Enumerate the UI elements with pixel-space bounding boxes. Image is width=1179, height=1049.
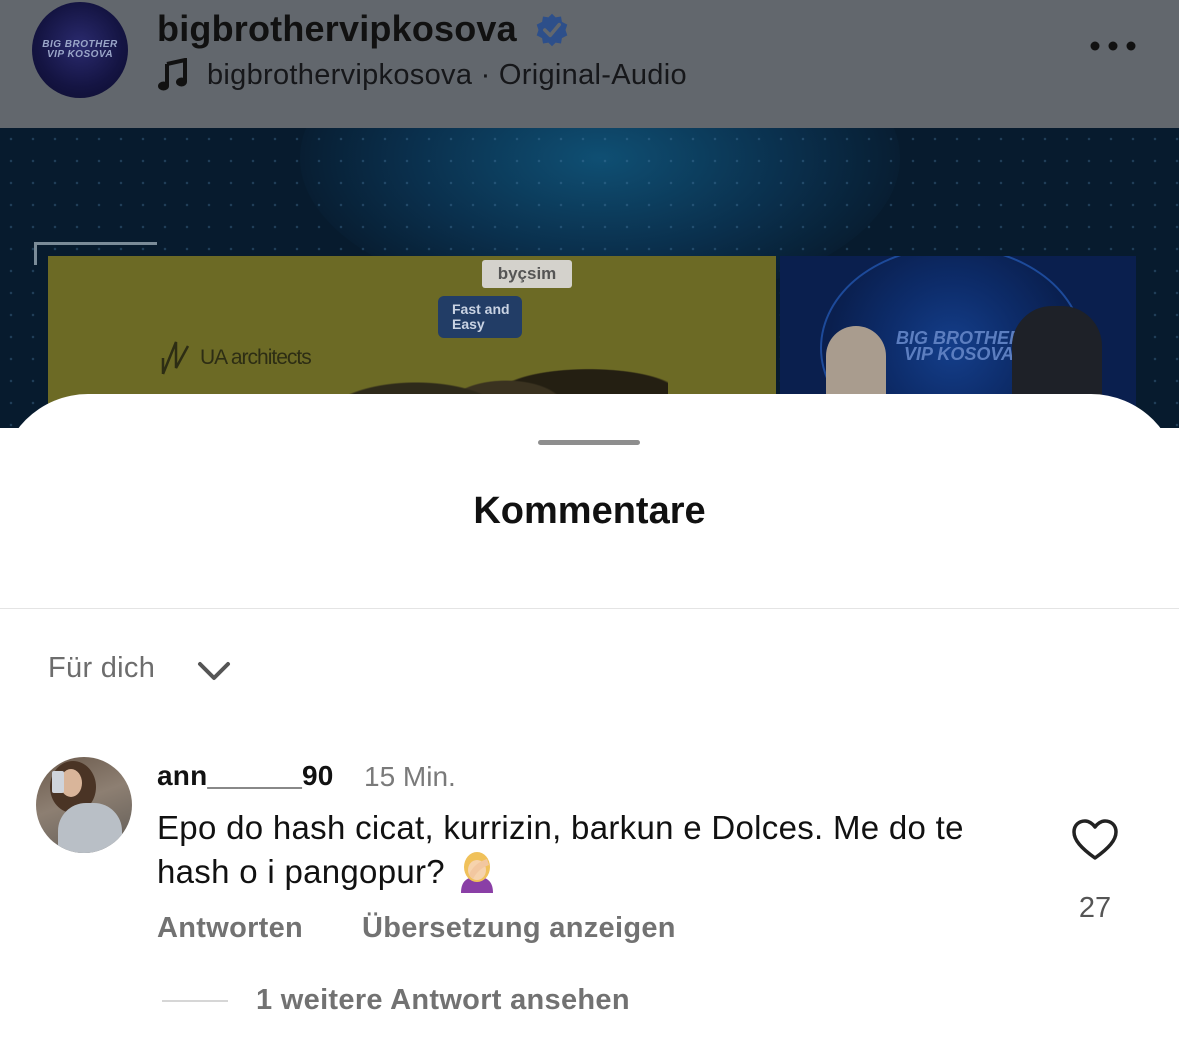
more-options-icon[interactable] xyxy=(1088,36,1138,56)
sheet-drag-handle[interactable] xyxy=(538,440,640,445)
comments-sheet: Kommentare Für dich ann______90 15 Min. … xyxy=(0,394,1179,1049)
account-username[interactable]: bigbrothervipkosova xyxy=(157,8,517,50)
avatar-phone xyxy=(52,771,64,793)
architects-logo-icon xyxy=(161,341,190,375)
commenter-avatar[interactable] xyxy=(36,757,132,853)
reply-button[interactable]: Antworten xyxy=(157,912,303,945)
account-avatar[interactable]: BIG BROTHER VIP KOSOVA xyxy=(32,2,128,98)
sheet-divider xyxy=(0,608,1179,609)
like-count: 27 xyxy=(1078,892,1112,924)
comment-username[interactable]: ann______90 xyxy=(157,760,334,792)
architects-sign: UA architects xyxy=(200,346,312,369)
comment-sort-dropdown[interactable]: Für dich xyxy=(48,652,155,685)
heart-icon[interactable] xyxy=(1071,818,1119,862)
verified-badge-icon xyxy=(536,13,568,47)
view-more-replies-button[interactable]: 1 weitere Antwort ansehen xyxy=(256,984,630,1017)
sheet-title: Kommentare xyxy=(473,490,706,532)
avatar-logo-line2: VIP KOSOVA xyxy=(46,49,114,60)
avatar-body xyxy=(58,803,122,853)
replies-thread-line xyxy=(162,1000,228,1002)
show-translation-button[interactable]: Übersetzung anzeigen xyxy=(362,912,676,945)
chevron-down-icon[interactable] xyxy=(196,656,232,684)
post-header: BIG BROTHER VIP KOSOVA bigbrothervipkoso… xyxy=(0,0,1179,128)
video-player[interactable]: byçsim Fast and Easy UA architects BIG B… xyxy=(0,128,1179,428)
comment-text: Epo do hash cicat, kurrizin, barkun e Do… xyxy=(157,806,1017,893)
facepalm-emoji-icon xyxy=(460,852,493,893)
comment-body: Epo do hash cicat, kurrizin, barkun e Do… xyxy=(157,809,964,890)
sponsor-sign: byçsim xyxy=(482,260,572,288)
music-note-icon xyxy=(158,58,187,91)
audio-track-link[interactable]: bigbrothervipkosova · Original-Audio xyxy=(207,59,687,92)
comment-timestamp: 15 Min. xyxy=(364,761,456,792)
